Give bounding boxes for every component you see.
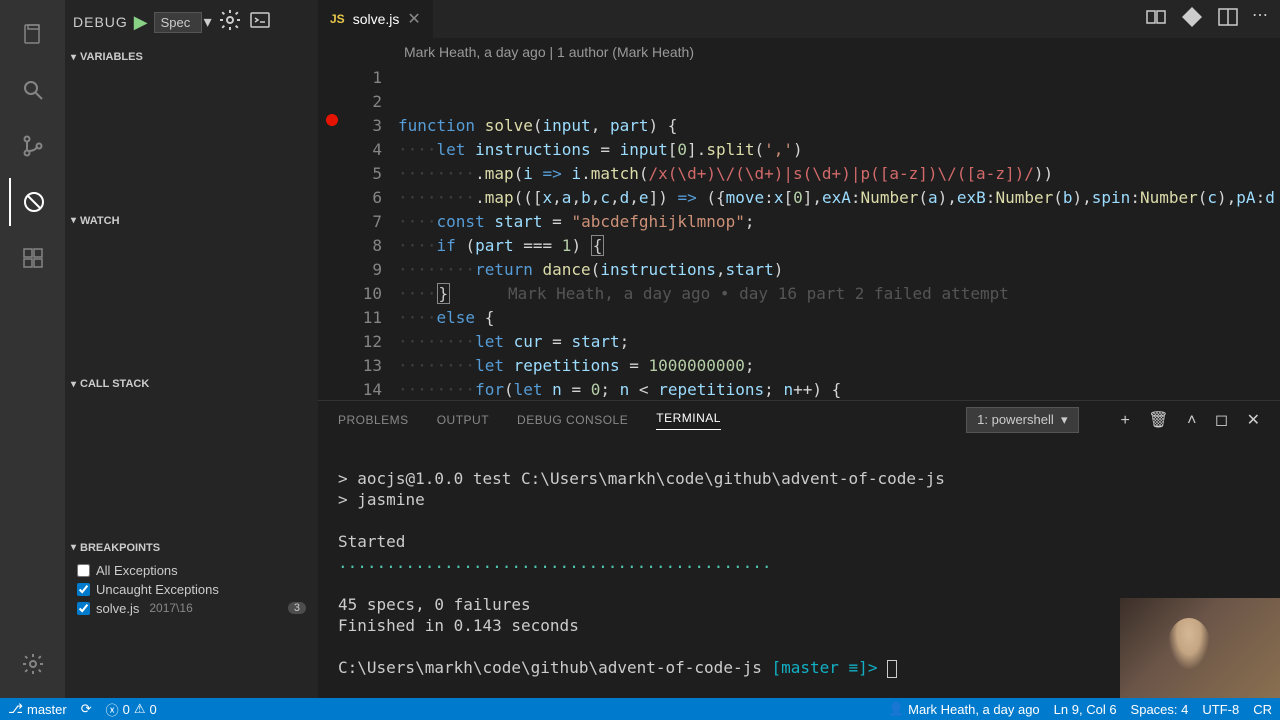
- variables-body: [65, 70, 318, 208]
- settings-gear-icon[interactable]: [9, 640, 57, 688]
- status-position[interactable]: Ln 9, Col 6: [1054, 701, 1117, 717]
- new-terminal-icon[interactable]: +: [1121, 412, 1130, 429]
- kill-terminal-icon[interactable]: 🗑: [1148, 412, 1168, 429]
- code-editor[interactable]: 1 2 3 4567891011121314 function solve(in…: [318, 66, 1280, 450]
- debug-header: DEBUG ▶ Spec ▾: [65, 0, 318, 44]
- debug-console-icon[interactable]: [248, 8, 272, 37]
- breakpoints-body: All Exceptions Uncaught Exceptions solve…: [65, 561, 318, 699]
- split-editor-icon[interactable]: [1216, 5, 1240, 34]
- compare-icon[interactable]: [1144, 5, 1168, 34]
- search-icon[interactable]: [9, 66, 57, 114]
- code-lens[interactable]: Mark Heath, a day ago | 1 author (Mark H…: [318, 38, 1280, 66]
- bp-uncaught-checkbox[interactable]: [77, 583, 90, 596]
- activity-bar: [0, 0, 65, 698]
- status-branch[interactable]: ⎇ master: [8, 701, 67, 717]
- tab-bar: JS solve.js ✕ ⋯: [318, 0, 1280, 38]
- terminal-up-icon[interactable]: ˄: [1187, 412, 1196, 429]
- tab-solve-js[interactable]: JS solve.js ✕: [318, 0, 434, 38]
- webcam-overlay: [1120, 598, 1280, 698]
- status-errors[interactable]: ⓧ 0 ⚠ 0: [106, 700, 157, 719]
- bp-uncaught-exceptions[interactable]: Uncaught Exceptions: [65, 580, 318, 599]
- explorer-icon[interactable]: [9, 10, 57, 58]
- debug-config-select[interactable]: Spec: [154, 12, 202, 33]
- editor-actions: ⋯: [1144, 5, 1280, 34]
- status-spaces[interactable]: Spaces: 4: [1131, 701, 1189, 717]
- gutter: 1 2 3 4567891011121314: [318, 66, 398, 450]
- breakpoints-header[interactable]: ▾BREAKPOINTS: [65, 535, 318, 561]
- debug-sidebar: DEBUG ▶ Spec ▾ ▾VARIABLES ▾WATCH ▾CALL S…: [65, 0, 318, 698]
- callstack-header[interactable]: ▾CALL STACK: [65, 371, 318, 397]
- panel-tabs: PROBLEMS OUTPUT DEBUG CONSOLE TERMINAL 1…: [318, 401, 1280, 439]
- bp-all-checkbox[interactable]: [77, 564, 90, 577]
- watch-header[interactable]: ▾WATCH: [65, 208, 318, 234]
- breakpoint-dot[interactable]: [326, 114, 338, 126]
- start-debug-button[interactable]: ▶: [134, 12, 148, 33]
- debug-settings-icon[interactable]: [218, 8, 242, 37]
- tab-problems[interactable]: PROBLEMS: [338, 413, 409, 427]
- status-encoding[interactable]: UTF-8: [1202, 701, 1239, 717]
- close-panel-icon[interactable]: ✕: [1247, 412, 1260, 429]
- maximize-panel-icon[interactable]: ◻: [1215, 412, 1228, 429]
- tab-debug-console[interactable]: DEBUG CONSOLE: [517, 413, 628, 427]
- callstack-body: [65, 397, 318, 535]
- git-icon[interactable]: [1180, 5, 1204, 34]
- source-control-icon[interactable]: [9, 122, 57, 170]
- code-content[interactable]: function solve(input, part) { ····let in…: [398, 66, 1275, 450]
- more-icon[interactable]: ⋯: [1252, 5, 1268, 34]
- tab-output[interactable]: OUTPUT: [437, 413, 489, 427]
- tab-terminal[interactable]: TERMINAL: [656, 411, 721, 430]
- bp-line-badge: 3: [288, 602, 306, 614]
- status-bar: ⎇ master ⟳ ⓧ 0 ⚠ 0 👤 Mark Heath, a day a…: [0, 698, 1280, 720]
- status-eol[interactable]: CR: [1253, 701, 1272, 717]
- tab-filename: solve.js: [353, 11, 400, 27]
- watch-body: [65, 234, 318, 372]
- js-file-icon: JS: [330, 12, 345, 26]
- variables-header[interactable]: ▾VARIABLES: [65, 44, 318, 70]
- terminal-actions: + 🗑 ˄ ◻ ✕: [1107, 410, 1261, 430]
- status-blame[interactable]: 👤 Mark Heath, a day ago: [888, 701, 1040, 717]
- debug-title: DEBUG: [73, 14, 128, 30]
- status-sync-icon[interactable]: ⟳: [81, 701, 92, 717]
- close-tab-icon[interactable]: ✕: [407, 9, 420, 29]
- bp-file-item[interactable]: solve.js 2017\16 3: [65, 599, 318, 618]
- editor-area: JS solve.js ✕ ⋯ Mark Heath, a day ago | …: [318, 0, 1280, 400]
- bp-file-checkbox[interactable]: [77, 602, 90, 615]
- terminal-cursor: [887, 660, 897, 678]
- terminal-select[interactable]: 1: powershell ▾: [966, 407, 1078, 433]
- debug-icon[interactable]: [9, 178, 57, 226]
- bp-all-exceptions[interactable]: All Exceptions: [65, 561, 318, 580]
- extensions-icon[interactable]: [9, 234, 57, 282]
